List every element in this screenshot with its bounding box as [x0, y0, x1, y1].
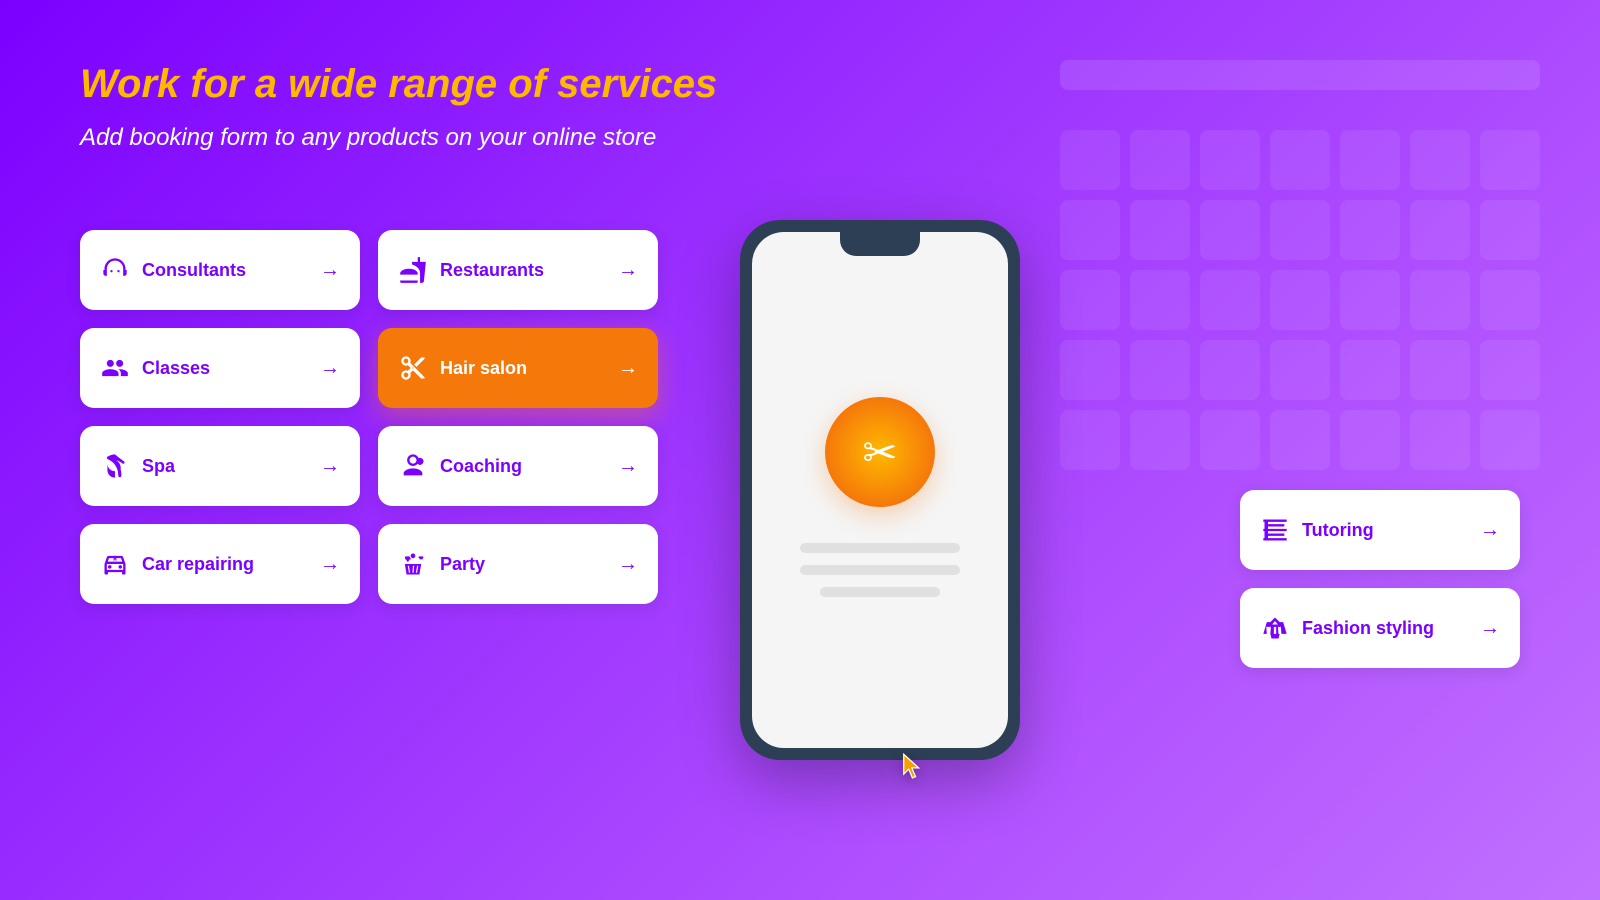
service-label: Restaurants: [440, 260, 606, 281]
classes-icon: [100, 353, 130, 383]
service-label: Party: [440, 554, 606, 575]
spa-icon: [100, 451, 130, 481]
service-card-tutoring[interactable]: Tutoring →: [1240, 490, 1520, 570]
phone-app-icon: ✂: [825, 397, 935, 507]
service-label: Car repairing: [142, 554, 308, 575]
arrow-icon: →: [1480, 617, 1500, 640]
coaching-icon: [398, 451, 428, 481]
phone-notch: [840, 232, 920, 256]
main-content: Work for a wide range of services Add bo…: [0, 0, 1600, 900]
service-label: Hair salon: [440, 358, 606, 379]
arrow-icon: →: [618, 553, 638, 576]
arrow-icon: →: [1480, 519, 1500, 542]
phone-frame: ✂: [740, 220, 1020, 760]
service-card-party[interactable]: Party →: [378, 524, 658, 604]
arrow-icon: →: [320, 455, 340, 478]
phone-content-line: [800, 565, 960, 575]
phone-content-line-short: [820, 587, 940, 597]
cursor-pointer: [897, 748, 925, 790]
phone-mockup: ✂: [740, 220, 1020, 760]
service-card-car-repairing[interactable]: Car repairing →: [80, 524, 360, 604]
service-label: Tutoring: [1302, 520, 1468, 541]
page-title: Work for a wide range of services: [80, 60, 1520, 108]
service-card-classes[interactable]: Classes →: [80, 328, 360, 408]
service-label: Classes: [142, 358, 308, 379]
tutoring-icon: [1260, 515, 1290, 545]
right-service-cards: Tutoring → Fashion styling →: [1240, 490, 1520, 668]
party-icon: [398, 549, 428, 579]
fashion-icon: [1260, 613, 1290, 643]
arrow-icon: →: [320, 553, 340, 576]
service-card-coaching[interactable]: Coaching →: [378, 426, 658, 506]
service-card-spa[interactable]: Spa →: [80, 426, 360, 506]
service-label: Spa: [142, 456, 308, 477]
service-label: Coaching: [440, 456, 606, 477]
services-grid: Consultants → Restaurants → Classes →: [80, 230, 658, 604]
headset-icon: [100, 255, 130, 285]
restaurant-icon: [398, 255, 428, 285]
service-card-fashion-styling[interactable]: Fashion styling →: [1240, 588, 1520, 668]
service-card-consultants[interactable]: Consultants →: [80, 230, 360, 310]
service-label: Fashion styling: [1302, 618, 1468, 639]
arrow-icon: →: [618, 455, 638, 478]
page-subtitle: Add booking form to any products on your…: [80, 124, 1520, 152]
arrow-icon: →: [320, 259, 340, 282]
phone-screen: ✂: [752, 232, 1008, 748]
arrow-icon: →: [618, 259, 638, 282]
arrow-icon: →: [618, 357, 638, 380]
scissors-icon: [398, 353, 428, 383]
service-card-hair-salon[interactable]: Hair salon →: [378, 328, 658, 408]
phone-content-line: [800, 543, 960, 553]
car-icon: [100, 549, 130, 579]
scissors-comb-icon: ✂: [862, 428, 897, 477]
service-label: Consultants: [142, 260, 308, 281]
arrow-icon: →: [320, 357, 340, 380]
service-card-restaurants[interactable]: Restaurants →: [378, 230, 658, 310]
